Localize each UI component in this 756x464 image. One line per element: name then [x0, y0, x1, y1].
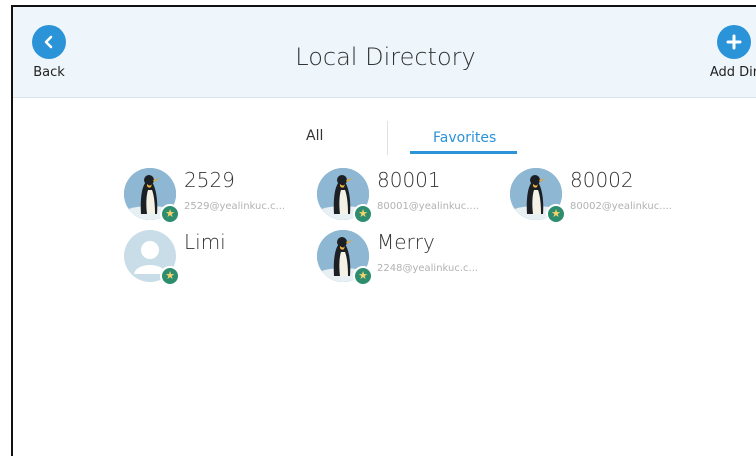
- star-badge-icon: ★: [353, 204, 373, 224]
- contact-number: 80002@yealinkuc....: [570, 201, 672, 212]
- tab-divider: [387, 121, 388, 155]
- plus-icon: [717, 25, 751, 59]
- add-directory-button[interactable]: Add Dir: [702, 25, 756, 80]
- contact-name: 80001: [377, 168, 441, 192]
- contact-name: Merry: [377, 230, 435, 254]
- contact-number: 80001@yealinkuc....: [377, 201, 479, 212]
- star-badge-icon: ★: [353, 266, 373, 286]
- star-badge-icon: ★: [546, 204, 566, 224]
- contact-number: 2529@yealinkuc.c...: [184, 201, 286, 212]
- contact-name: 80002: [570, 168, 634, 192]
- contact-item[interactable]: ★ 2529 2529@yealinkuc.c...: [124, 168, 304, 224]
- tab-favorites[interactable]: Favorites: [409, 130, 518, 154]
- contact-name: Limi: [184, 230, 226, 254]
- contact-item[interactable]: ★ Limi: [124, 230, 304, 286]
- contact-item[interactable]: ★ 80001 80001@yealinkuc....: [317, 168, 497, 224]
- contact-item[interactable]: ★ 80002 80002@yealinkuc....: [510, 168, 690, 224]
- star-badge-icon: ★: [160, 266, 180, 286]
- directory-screen: Back Local Directory Add Dir All Favorit…: [11, 5, 756, 456]
- contact-number: 2248@yealinkuc.c...: [377, 263, 479, 274]
- tab-all[interactable]: All: [306, 128, 323, 144]
- directory-tabs: All Favorites: [13, 121, 756, 155]
- star-badge-icon: ★: [160, 204, 180, 224]
- add-directory-label: Add Dir: [709, 65, 756, 80]
- contact-item[interactable]: ★ Merry 2248@yealinkuc.c...: [317, 230, 497, 286]
- contact-name: 2529: [184, 168, 235, 192]
- page-title: Local Directory: [295, 43, 476, 71]
- header-bar: Back Local Directory Add Dir: [13, 7, 756, 98]
